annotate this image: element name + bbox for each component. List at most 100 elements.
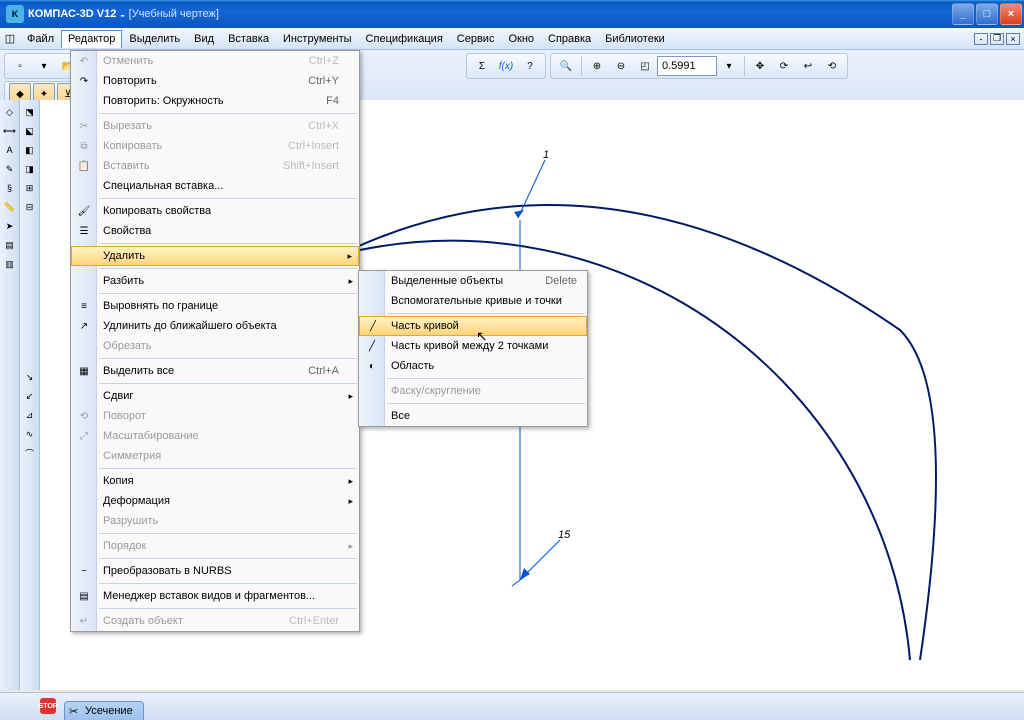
mdi-restore-button[interactable]: ❐ xyxy=(990,33,1004,45)
zoom-value-input[interactable] xyxy=(657,56,717,76)
prev-view-icon[interactable]: ↩ xyxy=(797,55,819,77)
editor-menu-item-0: ↶ОтменитьCtrl+Z xyxy=(71,51,359,71)
zoom-in-icon[interactable]: ⊕ xyxy=(586,55,608,77)
menu-window[interactable]: Окно xyxy=(501,30,541,48)
vt2-11-icon[interactable]: ⌒ xyxy=(21,444,39,462)
editor-menu-item-2[interactable]: Повторить: ОкружностьF4 xyxy=(71,91,359,111)
menu-tools[interactable]: Инструменты xyxy=(276,30,359,48)
menu-help[interactable]: Справка xyxy=(541,30,598,48)
redraw-icon[interactable]: ⟲ xyxy=(821,55,843,77)
delete-submenu-item-1[interactable]: Вспомогательные кривые и точки xyxy=(359,291,587,311)
editor-menu-item-27[interactable]: Копия xyxy=(71,471,359,491)
editor-menu-item-28[interactable]: Деформация xyxy=(71,491,359,511)
vt2-8-icon[interactable]: ↙ xyxy=(21,387,39,405)
editor-menu-label-20: Выделить все xyxy=(103,365,174,377)
menu-view[interactable]: Вид xyxy=(187,30,221,48)
delete-submenu-item-9[interactable]: Все xyxy=(359,406,587,426)
new-button[interactable]: ▫ xyxy=(9,55,31,77)
editor-menu-shortcut-0: Ctrl+Z xyxy=(309,55,339,67)
help-cursor-icon[interactable]: ? xyxy=(519,55,541,77)
delete-submenu-icon-4: ╱ xyxy=(364,338,380,354)
delete-submenu-icon-5: ◐ xyxy=(364,358,380,374)
vt-spec-icon[interactable]: ▤ xyxy=(1,236,19,254)
delete-submenu-label-7: Фаску/скругление xyxy=(391,385,481,397)
stop-icon[interactable]: STOP xyxy=(40,698,56,714)
vt-edit-icon[interactable]: ✎ xyxy=(1,160,19,178)
delete-submenu-item-3[interactable]: ╱Часть кривой xyxy=(359,316,587,336)
editor-menu-label-6: Вставить xyxy=(103,160,150,172)
vt-geom-icon[interactable]: ◇ xyxy=(1,103,19,121)
editor-menu-label-28: Деформация xyxy=(103,495,170,507)
editor-menu-item-14[interactable]: Разбить xyxy=(71,271,359,291)
tab-icon: ✂ xyxy=(69,705,81,717)
zoom-window-icon[interactable]: ◰ xyxy=(634,55,656,77)
vt-param-icon[interactable]: § xyxy=(1,179,19,197)
vt-measure-icon[interactable]: 📏 xyxy=(1,198,19,216)
rotate-view-icon[interactable]: ⟳ xyxy=(773,55,795,77)
vt-text-icon[interactable]: А xyxy=(1,141,19,159)
editor-menu-item-17[interactable]: ↗Удлинить до ближайшего объекта xyxy=(71,316,359,336)
window-maximize-button[interactable]: □ xyxy=(976,3,998,25)
editor-menu-label-14: Разбить xyxy=(103,275,144,287)
editor-menu-label-17: Удлинить до ближайшего объекта xyxy=(103,320,277,332)
window-close-button[interactable]: × xyxy=(1000,3,1022,25)
editor-menu-item-1[interactable]: ↷ПовторитьCtrl+Y xyxy=(71,71,359,91)
fx-icon[interactable]: f(x) xyxy=(495,55,517,77)
delete-submenu-label-3: Часть кривой xyxy=(391,320,459,332)
mdi-icon[interactable]: ◫ xyxy=(2,31,18,47)
editor-menu-item-23: ⟲Поворот xyxy=(71,406,359,426)
editor-menu-label-16: Выровнять по границе xyxy=(103,300,218,312)
vt2-4-icon[interactable]: ◨ xyxy=(21,160,39,178)
sigma-icon[interactable]: Σ xyxy=(471,55,493,77)
menu-editor[interactable]: Редактор xyxy=(61,30,122,48)
vt-report-icon[interactable]: ▥ xyxy=(1,255,19,273)
editor-menu-item-18: Обрезать xyxy=(71,336,359,356)
vt2-7-icon[interactable]: ↘ xyxy=(21,368,39,386)
zoom-dropdown-button[interactable]: ▾ xyxy=(718,55,740,77)
menu-insert[interactable]: Вставка xyxy=(221,30,276,48)
menu-service[interactable]: Сервис xyxy=(450,30,502,48)
menu-file[interactable]: Файл xyxy=(20,30,61,48)
delete-submenu-label-4: Часть кривой между 2 точками xyxy=(391,340,548,352)
delete-submenu-item-5[interactable]: ◐Область xyxy=(359,356,587,376)
vt2-3-icon[interactable]: ◧ xyxy=(21,141,39,159)
editor-menu-item-20[interactable]: ▦Выделить всеCtrl+A xyxy=(71,361,359,381)
editor-menu-item-22[interactable]: Сдвиг xyxy=(71,386,359,406)
operation-tab[interactable]: ✂ Усечение xyxy=(64,701,144,720)
menu-libs[interactable]: Библиотеки xyxy=(598,30,672,48)
editor-menu-item-33[interactable]: ~Преобразовать в NURBS xyxy=(71,561,359,581)
misc-toolbar-1: Σ f(x) ? xyxy=(466,53,546,79)
vt-dim-icon[interactable]: ⟷ xyxy=(1,122,19,140)
vt2-6-icon[interactable]: ⊟ xyxy=(21,198,39,216)
vt2-5-icon[interactable]: ⊞ xyxy=(21,179,39,197)
window-minimize-button[interactable]: _ xyxy=(952,3,974,25)
status-bar: STOP ✂ Усечение xyxy=(0,692,1024,720)
delete-submenu-item-0[interactable]: Выделенные объектыDelete xyxy=(359,271,587,291)
editor-menu-icon-10: ☰ xyxy=(76,223,92,239)
vt2-9-icon[interactable]: ⊿ xyxy=(21,406,39,424)
delete-submenu-item-4[interactable]: ╱ Часть кривой между 2 точками xyxy=(359,336,587,356)
menu-spec[interactable]: Спецификация xyxy=(359,30,450,48)
zoom-out-icon[interactable]: ⊖ xyxy=(610,55,632,77)
editor-menu-icon-5: ⧉ xyxy=(76,138,92,154)
editor-menu-icon-23: ⟲ xyxy=(76,408,92,424)
new-dropdown-button[interactable]: ▾ xyxy=(33,55,55,77)
vt2-1-icon[interactable]: ⬔ xyxy=(21,103,39,121)
zoom-fit-icon[interactable]: 🔍 xyxy=(555,55,577,77)
editor-menu-item-16[interactable]: ≡Выровнять по границе xyxy=(71,296,359,316)
vt2-10-icon[interactable]: ∿ xyxy=(21,425,39,443)
editor-menu-item-7[interactable]: Специальная вставка... xyxy=(71,176,359,196)
vt-select-icon[interactable]: ➤ xyxy=(1,217,19,235)
editor-menu-item-9[interactable]: 🖌Копировать свойства xyxy=(71,201,359,221)
vt2-2-icon[interactable]: ⬕ xyxy=(21,122,39,140)
pan-icon[interactable]: ✥ xyxy=(749,55,771,77)
editor-menu-item-12[interactable]: Удалить xyxy=(71,246,359,266)
left-toolbar-2: ⬔ ⬕ ◧ ◨ ⊞ ⊟ ↘ ↙ ⊿ ∿ ⌒ xyxy=(20,100,40,690)
menu-select[interactable]: Выделить xyxy=(122,30,187,48)
mdi-close-button[interactable]: × xyxy=(1006,33,1020,45)
editor-menu-icon-6: 📋 xyxy=(76,158,92,174)
mdi-minimize-button[interactable]: - xyxy=(974,33,988,45)
editor-menu-item-35[interactable]: ▤Менеджер вставок видов и фрагментов... xyxy=(71,586,359,606)
editor-menu-item-10[interactable]: ☰Свойства xyxy=(71,221,359,241)
delete-submenu-label-9: Все xyxy=(391,410,410,422)
